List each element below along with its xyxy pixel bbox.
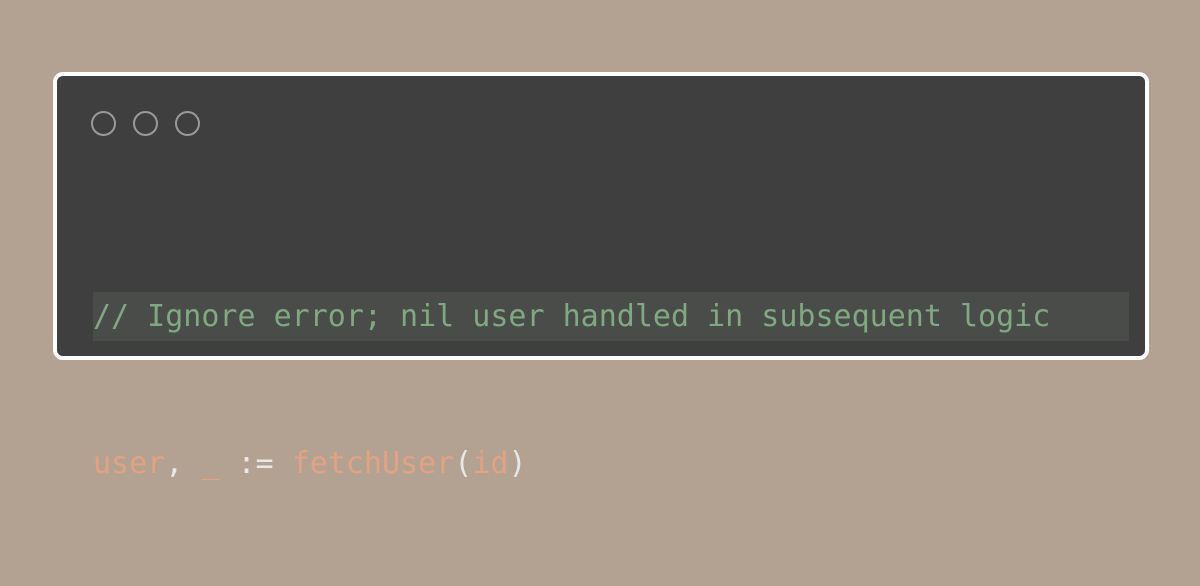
code-line-comment: // Ignore error; nil user handled in sub… — [93, 292, 1129, 341]
close-dot-icon[interactable] — [91, 111, 116, 136]
code-variable: user — [93, 446, 166, 481]
code-paren-open: ( — [454, 446, 473, 481]
code-window: // Ignore error; nil user handled in sub… — [53, 72, 1149, 481]
zoom-dot-icon[interactable] — [175, 111, 200, 136]
code-paren-close: ) — [508, 446, 527, 481]
code-blank-identifier: _ — [201, 446, 220, 481]
code-block: // Ignore error; nil user handled in sub… — [93, 194, 1129, 586]
code-line-assignment: user, _ := fetchUser(id) — [93, 439, 1129, 488]
code-comma: , — [165, 446, 184, 481]
minimize-dot-icon[interactable] — [133, 111, 158, 136]
window-controls — [91, 111, 200, 136]
code-assign-operator: := — [237, 446, 274, 481]
code-function-name: fetchUser — [291, 446, 455, 481]
code-argument: id — [472, 446, 509, 481]
code-comment: // Ignore error; nil user handled in sub… — [93, 299, 1051, 334]
